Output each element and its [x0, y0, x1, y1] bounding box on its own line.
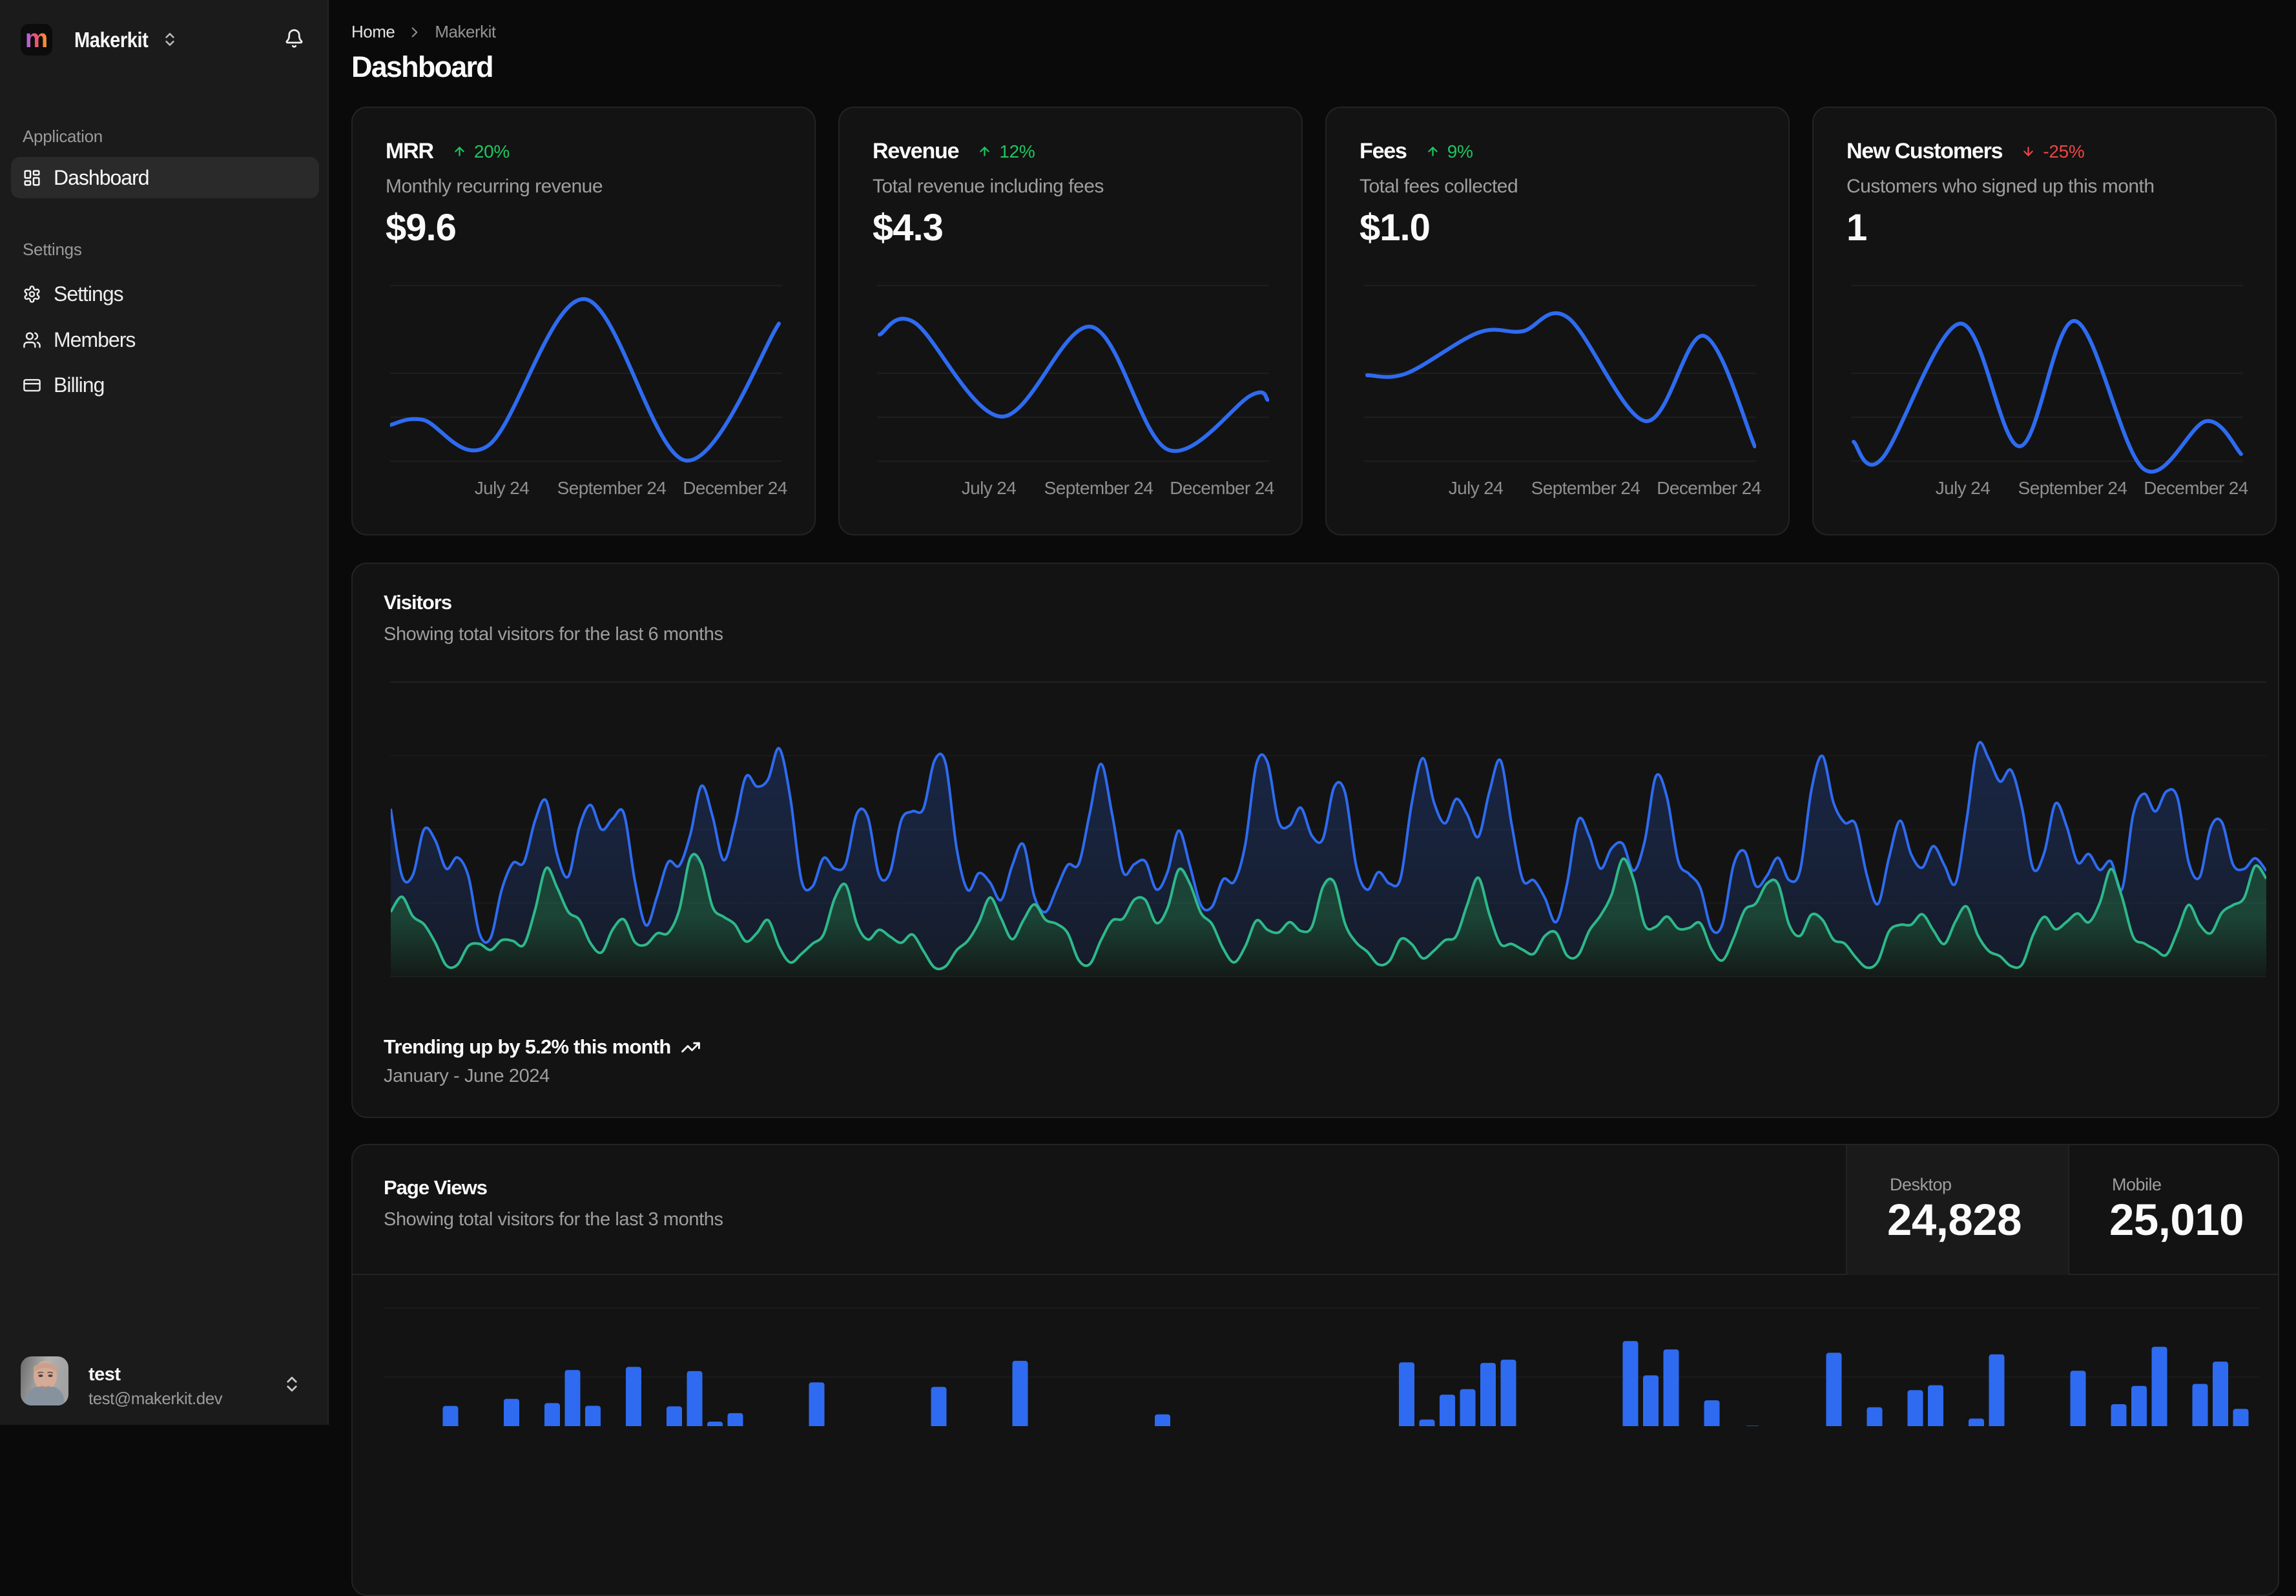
svg-text:m: m [25, 25, 48, 53]
